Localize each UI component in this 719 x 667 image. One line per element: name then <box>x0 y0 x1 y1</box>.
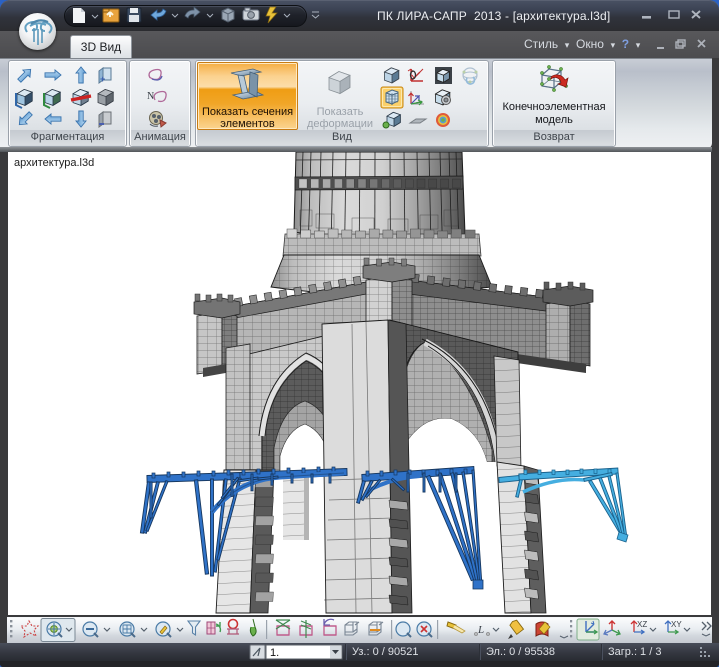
svg-text:+: + <box>100 74 105 84</box>
svg-text:N: N <box>147 91 154 102</box>
svg-text:XZ: XZ <box>637 620 647 629</box>
svg-text:L: L <box>477 624 484 636</box>
svg-text:XY: XY <box>671 620 682 629</box>
svg-text:1.: 1. <box>270 647 279 659</box>
